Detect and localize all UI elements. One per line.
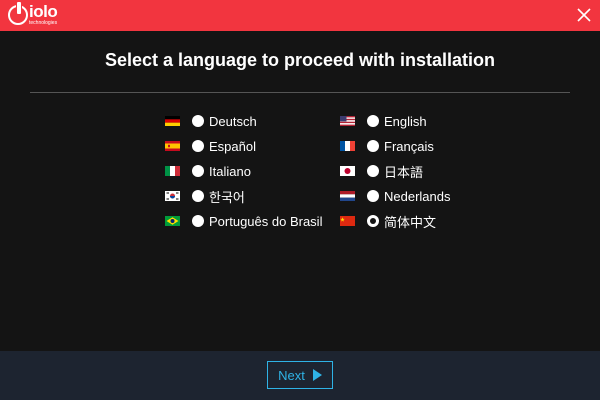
flag-fr-icon — [340, 141, 355, 151]
power-icon — [8, 1, 28, 25]
close-button[interactable] — [575, 6, 593, 24]
divider — [30, 92, 570, 93]
radio-button[interactable] — [367, 140, 379, 152]
language-option-english[interactable]: English — [340, 111, 427, 131]
language-option-francais[interactable]: Français — [340, 136, 434, 156]
next-button-label: Next — [278, 367, 305, 383]
radio-button-selected[interactable] — [367, 215, 379, 227]
logo-text: iolo — [29, 2, 58, 21]
radio-button[interactable] — [367, 115, 379, 127]
language-option-portuguese-brazil[interactable]: Português do Brasil — [165, 211, 322, 231]
flag-jp-icon — [340, 166, 355, 176]
play-arrow-icon — [312, 369, 322, 381]
language-label: Português do Brasil — [209, 213, 323, 229]
radio-button[interactable] — [192, 190, 204, 202]
radio-button[interactable] — [367, 165, 379, 177]
flag-kr-icon — [165, 191, 180, 201]
language-option-italiano[interactable]: Italiano — [165, 161, 251, 181]
close-icon — [577, 8, 591, 22]
radio-button[interactable] — [367, 190, 379, 202]
next-button[interactable]: Next — [267, 361, 333, 389]
footer-bar: Next — [0, 351, 600, 400]
iolo-logo: iolo technologies — [8, 1, 68, 29]
language-label: 한국어 — [209, 189, 245, 205]
page-title: Select a language to proceed with instal… — [104, 50, 496, 70]
language-label: English — [384, 113, 427, 129]
language-label: Deutsch — [209, 113, 257, 129]
language-option-espanol[interactable]: Español — [165, 136, 256, 156]
radio-button[interactable] — [192, 215, 204, 227]
language-label: 简体中文 — [384, 214, 437, 230]
radio-button[interactable] — [192, 115, 204, 127]
language-option-simplified-chinese[interactable]: 简体中文 — [340, 211, 436, 231]
language-option-deutsch[interactable]: Deutsch — [165, 111, 257, 131]
radio-button[interactable] — [192, 165, 204, 177]
flag-es-icon — [165, 141, 180, 151]
flag-cn-icon — [340, 216, 355, 226]
radio-button[interactable] — [192, 140, 204, 152]
language-label: Français — [384, 138, 434, 154]
flag-de-icon — [165, 116, 180, 126]
logo-subtext: technologies — [29, 20, 58, 26]
title-bar: iolo technologies — [0, 0, 600, 31]
language-label: 日本語 — [384, 164, 424, 180]
language-option-nederlands[interactable]: Nederlands — [340, 186, 451, 206]
language-option-korean[interactable]: 한국어 — [165, 186, 245, 206]
flag-us-icon — [340, 116, 355, 126]
flag-it-icon — [165, 166, 180, 176]
flag-nl-icon — [340, 191, 355, 201]
language-label: Nederlands — [384, 188, 451, 204]
language-label: Italiano — [209, 163, 251, 179]
language-label: Español — [209, 138, 256, 154]
language-option-japanese[interactable]: 日本語 — [340, 161, 423, 181]
flag-br-icon — [165, 216, 180, 226]
